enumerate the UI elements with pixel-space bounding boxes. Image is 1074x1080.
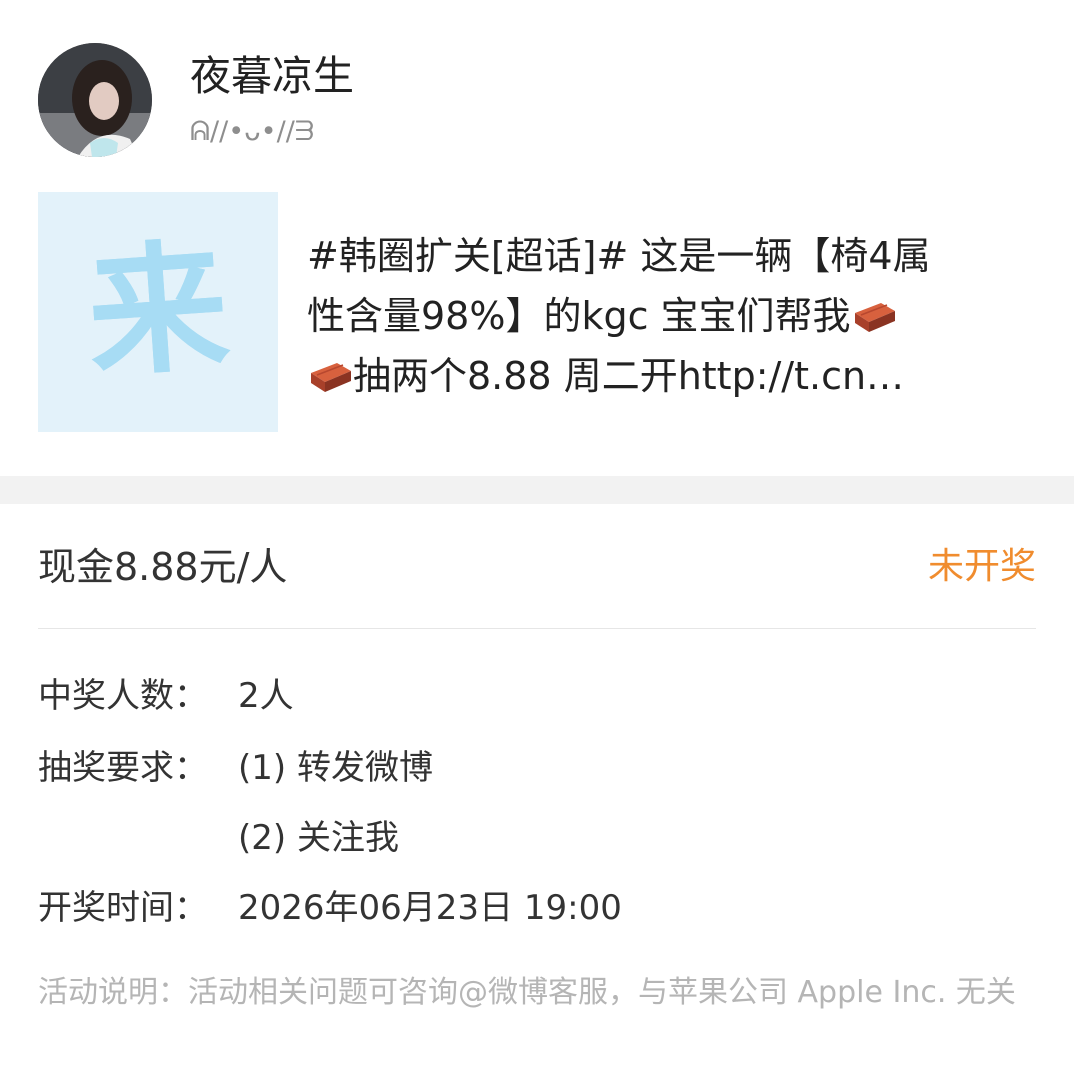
- post-text[interactable]: #韩圈扩关[超话]# 这是一辆【椅4属 性含量98%】的kgc 宝宝们帮我 抽两…: [307, 226, 1037, 406]
- user-signature: ᕱ//•ᴗ•//ᗱ: [190, 116, 315, 147]
- thumbnail-text: 来: [82, 225, 234, 398]
- post-text-line-2-wrap: 性含量98%】的kgc 宝宝们帮我: [307, 286, 1037, 346]
- requirement-1: (1) 转发微博: [238, 748, 433, 788]
- draw-status: 未开奖: [927, 546, 1036, 587]
- post-text-line-3-wrap: 抽两个8.88 周二开http://t.cn…: [307, 346, 1037, 406]
- draw-time-row: 开奖时间： 2026年06月23日 19:00: [38, 884, 622, 932]
- draw-time-value: 2026年06月23日 19:00: [238, 888, 622, 928]
- post-text-line-3: 抽两个8.88 周二开http://t.cn…: [353, 354, 905, 398]
- post-thumbnail[interactable]: 来: [38, 192, 278, 432]
- activity-note: 活动说明：活动相关问题可咨询@微博客服，与苹果公司 Apple Inc. 无关: [38, 975, 1016, 1010]
- brick-emoji-icon: [307, 355, 353, 395]
- section-separator: [0, 476, 1074, 504]
- post-text-line-2: 性含量98%】的kgc 宝宝们帮我: [307, 294, 851, 338]
- brick-emoji-icon: [851, 295, 897, 335]
- requirement-2: (2) 关注我: [238, 818, 399, 858]
- winners-row: 中奖人数： 2人: [38, 672, 294, 720]
- prize-title: 现金8.88元/人: [38, 545, 288, 589]
- avatar-photo-icon: [38, 43, 152, 157]
- requirements-label: 抽奖要求：: [38, 748, 208, 788]
- divider: [38, 628, 1036, 629]
- username[interactable]: 夜暮凉生: [190, 50, 354, 102]
- winners-value: 2人: [238, 676, 294, 716]
- requirements-row: 抽奖要求： (1) 转发微博: [38, 744, 433, 792]
- requirements-row-2: (2) 关注我: [38, 814, 399, 862]
- post-text-line-1: #韩圈扩关[超话]# 这是一辆【椅4属: [307, 234, 931, 278]
- avatar[interactable]: [38, 43, 152, 157]
- winners-label: 中奖人数：: [38, 676, 208, 716]
- draw-time-label: 开奖时间：: [38, 888, 208, 928]
